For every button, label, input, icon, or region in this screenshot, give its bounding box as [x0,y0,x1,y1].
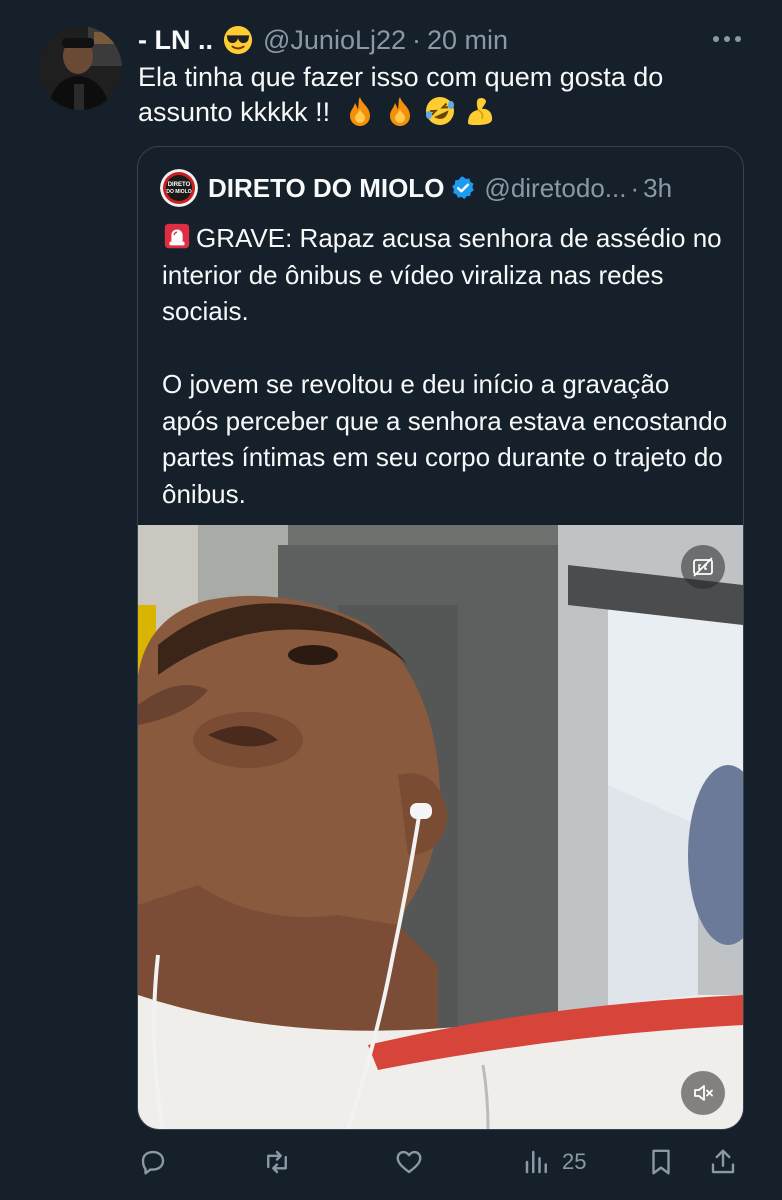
quoted-avatar-text-line2: DO MIOLO [166,189,191,195]
more-options-button[interactable] [710,28,744,50]
fire-emoji [390,97,411,126]
share-icon [711,1149,735,1174]
author-handle[interactable]: @JunioLj22 [263,25,406,56]
mute-button[interactable] [681,1071,725,1115]
quoted-paragraph-1-text: GRAVE: Rapaz acusa senhora de assédio no… [162,223,722,326]
captions-off-icon [693,557,713,577]
quoted-timestamp[interactable]: 3h [643,173,672,204]
quoted-tweet-text: GRAVE: Rapaz acusa senhora de assédio no… [162,220,732,512]
quoted-avatar-text-line1: DIRETO [168,182,191,188]
author-avatar[interactable] [38,26,122,110]
views-chart-icon [525,1150,547,1174]
tweet-header: - LN .. @JunioLj22 · 20 min [138,22,508,58]
video-frame [138,525,743,1129]
reply-button[interactable] [138,1140,168,1184]
bookmark-icon [652,1149,670,1175]
tweet-timestamp[interactable]: 20 min [427,25,508,56]
fire-emoji [350,97,371,126]
quoted-paragraph-2: O jovem se revoltou e deu início a grava… [162,369,728,509]
tweet-emojis [344,95,496,127]
video-player[interactable] [138,525,743,1129]
avatar-photo [38,26,122,110]
tweet-text: Ela tinha que fazer isso com quem gosta … [138,60,738,130]
views-button[interactable]: 25 [522,1140,586,1184]
captions-button[interactable] [681,545,725,589]
quoted-separator-dot: · [630,172,640,203]
quoted-author-handle[interactable]: @diretodo... [484,173,626,204]
sunglasses-emoji [223,25,253,55]
volume-muted-icon [694,1085,713,1101]
tweet-actions: 25 [138,1140,742,1184]
quoted-author-avatar[interactable]: DIRETO DO MIOLO [160,169,198,207]
rofl-emoji [426,97,455,125]
quoted-tweet[interactable]: DIRETO DO MIOLO DIRETO DO MIOLO @diretod… [137,146,744,1130]
retweet-button[interactable] [262,1140,292,1184]
share-button[interactable] [708,1140,738,1184]
views-count: 25 [562,1149,587,1174]
flexed-biceps-emoji [468,97,493,125]
author-name[interactable]: - LN .. [138,25,213,56]
rotating-light-emoji [164,223,190,249]
verified-badge-icon[interactable] [450,175,476,201]
retweet-icon [267,1150,287,1174]
reply-icon [141,1150,165,1175]
quoted-paragraph-1: GRAVE: Rapaz acusa senhora de assédio no… [162,220,732,330]
separator-dot: · [412,24,422,55]
more-dots-icon [713,36,741,42]
like-button[interactable] [394,1140,424,1184]
bookmark-button[interactable] [646,1140,676,1184]
tweet[interactable]: - LN .. @JunioLj22 · 20 min Ela tinha qu… [0,0,782,1200]
quoted-author-name[interactable]: DIRETO DO MIOLO [208,173,444,204]
quoted-tweet-header: DIRETO DO MIOLO DIRETO DO MIOLO @diretod… [160,169,672,207]
heart-icon [396,1150,422,1174]
